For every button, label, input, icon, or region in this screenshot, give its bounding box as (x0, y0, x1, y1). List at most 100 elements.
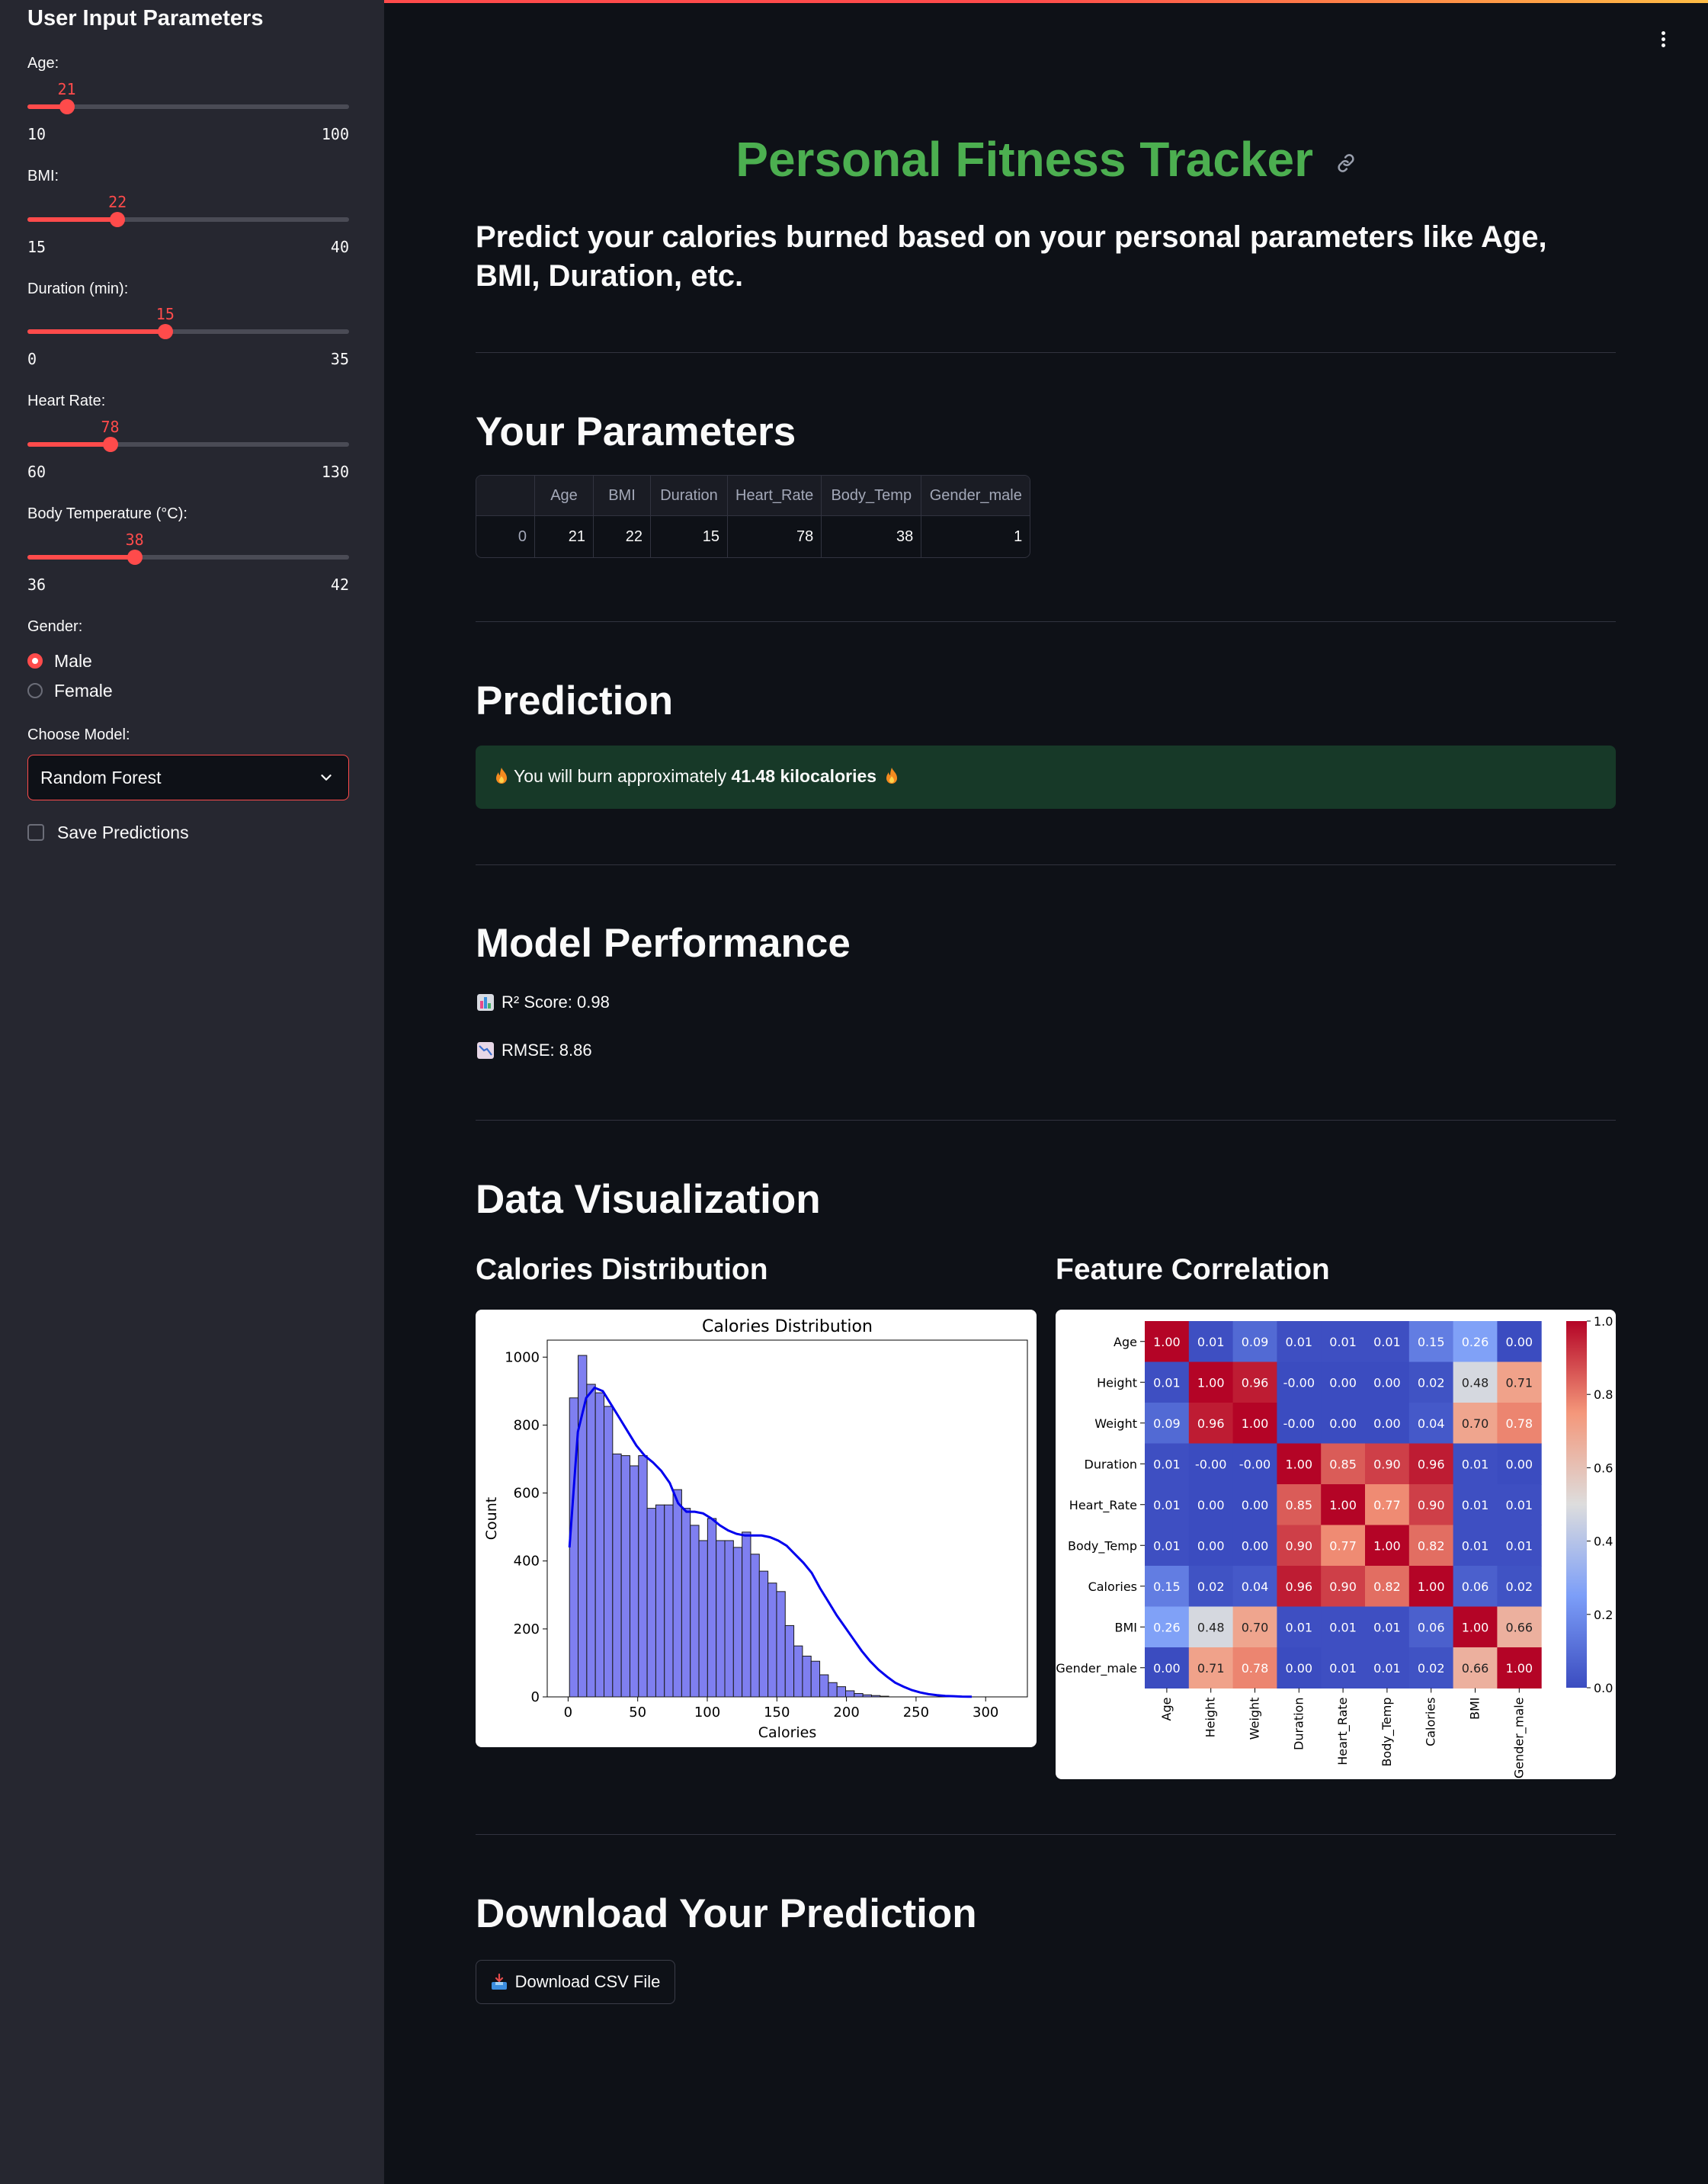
visualization-heading: Data Visualization (476, 1177, 821, 1222)
y-tick-label: 800 (514, 1417, 540, 1433)
main-menu-icon[interactable] (1654, 29, 1672, 52)
chart-decreasing-icon (477, 1042, 494, 1059)
heatmap-cell-label: 0.01 (1197, 1335, 1225, 1349)
histogram-chart-container: Calories Distribution 0 50 100 150 200 250 300 0… (476, 1310, 1037, 1747)
table-cell[interactable]: 15 (651, 516, 728, 557)
heatmap-cell-label: 0.26 (1462, 1335, 1489, 1349)
column-header[interactable]: Body_Temp (822, 476, 922, 516)
heatmap-cell-label: 0.00 (1373, 1416, 1401, 1431)
column-header[interactable]: Age (535, 476, 594, 516)
bmi-slider[interactable]: 22 15 40 (27, 180, 349, 264)
heatmap-cell-label: 0.78 (1242, 1661, 1269, 1676)
heatmap-cell-label: 0.01 (1373, 1335, 1401, 1349)
colorbar-tick-label: 0.4 (1594, 1535, 1613, 1549)
feature-correlation-heading: Feature Correlation (1056, 1253, 1330, 1286)
heatmap-cell-label: 0.82 (1418, 1538, 1445, 1553)
chart-title: Calories Distribution (702, 1317, 873, 1336)
slider-track (27, 104, 349, 109)
slider-min: 10 (27, 125, 46, 143)
x-tick-label: Body_Temp (1380, 1698, 1395, 1767)
x-tick-label: 250 (903, 1705, 929, 1721)
histogram-bar (604, 1406, 614, 1698)
row-index[interactable]: 0 (476, 516, 535, 557)
table-row: 0 21 22 15 78 38 1 (476, 516, 1030, 557)
parameters-heading: Your Parameters (476, 409, 796, 454)
gender-radio-male[interactable]: Male (27, 649, 92, 672)
slider-value: 38 (125, 531, 144, 549)
y-tick-label: Heart_Rate (1069, 1498, 1137, 1513)
gender-label: Gender: (27, 618, 83, 635)
column-header[interactable]: Heart_Rate (728, 476, 822, 516)
heatmap-cell-label: -0.00 (1283, 1375, 1315, 1390)
prediction-prefix: You will burn approximately (514, 766, 727, 786)
column-header[interactable]: Gender_male (921, 476, 1030, 516)
colorbar-tick-label: 0.8 (1594, 1387, 1613, 1402)
body-temp-slider[interactable]: 38 36 42 (27, 518, 349, 601)
x-tick-label: Age (1159, 1698, 1174, 1721)
slider-thumb[interactable] (110, 212, 126, 227)
model-select[interactable]: Random Forest (27, 755, 349, 800)
table-cell[interactable]: 78 (728, 516, 822, 557)
heatmap-cell-label: 0.01 (1153, 1457, 1181, 1471)
column-header[interactable]: Duration (651, 476, 728, 516)
heatmap-cell-label: 0.04 (1418, 1416, 1445, 1431)
slider-thumb[interactable] (102, 437, 118, 452)
heatmap-cell-label: 0.01 (1505, 1498, 1533, 1512)
heatmap-cell-label: 0.09 (1242, 1335, 1269, 1349)
prediction-value: 41.48 kilocalories (731, 766, 877, 786)
table-cell[interactable]: 38 (822, 516, 922, 557)
histogram-bar (776, 1591, 786, 1698)
heatmap-cell-label: 0.78 (1505, 1416, 1533, 1431)
age-slider[interactable]: 21 10 100 (27, 67, 349, 151)
anchor-link-icon[interactable] (1335, 152, 1357, 175)
heatmap-cell-label: 0.00 (1329, 1416, 1357, 1431)
heart-rate-slider[interactable]: 78 60 130 (27, 405, 349, 489)
heatmap-cell-label: 0.71 (1197, 1661, 1225, 1676)
table-cell[interactable]: 22 (594, 516, 651, 557)
r2-score-metric: R² Score: 0.98 (477, 993, 610, 1012)
save-predictions-checkbox[interactable]: Save Predictions (27, 821, 189, 844)
parameters-table[interactable]: Age BMI Duration Heart_Rate Body_Temp Ge… (476, 475, 1031, 558)
y-axis-label: Count (483, 1497, 500, 1540)
column-header[interactable]: BMI (594, 476, 651, 516)
table-cell[interactable]: 1 (921, 516, 1030, 557)
slider-min: 15 (27, 238, 46, 256)
heatmap-cell-label: 0.00 (1197, 1538, 1225, 1553)
gender-radio-female[interactable]: Female (27, 679, 113, 702)
slider-min: 36 (27, 576, 46, 594)
histogram-bar (793, 1645, 803, 1698)
heatmap-cell-label: 0.01 (1462, 1498, 1489, 1512)
download-csv-button[interactable]: Download CSV File (476, 1960, 675, 2004)
heatmap-cell-label: 0.77 (1373, 1498, 1401, 1512)
slider-thumb[interactable] (59, 99, 75, 114)
x-tick-label: Weight (1248, 1698, 1262, 1740)
x-axis-label: Calories (758, 1724, 817, 1741)
bar-chart-icon (477, 994, 494, 1011)
heatmap-cell-label: 0.01 (1462, 1538, 1489, 1553)
heatmap-cell-label: 0.90 (1329, 1579, 1357, 1594)
page-title: Personal Fitness Tracker (476, 131, 1617, 188)
divider (476, 1834, 1616, 1835)
table-cell[interactable]: 21 (535, 516, 594, 557)
y-tick-label: Gender_male (1056, 1661, 1137, 1676)
heatmap-cell-label: 0.01 (1505, 1538, 1533, 1553)
column-header[interactable] (476, 476, 535, 516)
slider-value: 15 (155, 305, 175, 323)
histogram-bar (732, 1547, 743, 1698)
histogram-bar (819, 1674, 829, 1698)
calories-distribution-heading: Calories Distribution (476, 1253, 768, 1286)
slider-thumb[interactable] (157, 324, 173, 339)
heatmap-cell-label: 0.90 (1418, 1498, 1445, 1512)
heatmap-cell-label: 0.85 (1329, 1457, 1357, 1471)
heatmap-cell-label: 0.00 (1329, 1375, 1357, 1390)
heatmap-cell-label: 0.00 (1285, 1661, 1312, 1676)
heatmap-cell-label: 0.96 (1197, 1416, 1225, 1431)
heatmap-cell-label: 0.66 (1462, 1661, 1489, 1676)
duration-slider[interactable]: 15 0 35 (27, 292, 349, 376)
slider-thumb[interactable] (127, 550, 143, 565)
x-tick-label: 0 (564, 1705, 572, 1721)
x-tick-label: Gender_male (1511, 1698, 1527, 1779)
histogram-bar (742, 1531, 751, 1698)
histogram-bar (655, 1504, 665, 1698)
heatmap-cell-label: -0.00 (1195, 1457, 1226, 1471)
